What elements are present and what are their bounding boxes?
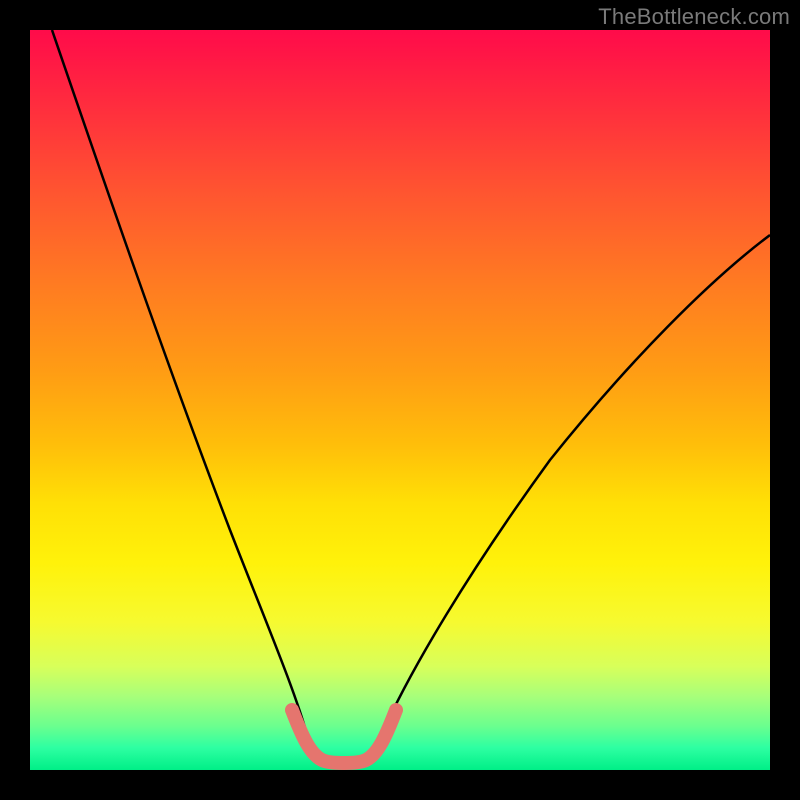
curve-right-ascent: [380, 235, 770, 738]
chart-frame: TheBottleneck.com: [0, 0, 800, 800]
curve-overlay: [30, 30, 770, 770]
plot-area: [30, 30, 770, 770]
curve-bottom-dip: [292, 710, 396, 763]
curve-left-descent: [52, 30, 308, 738]
watermark-text: TheBottleneck.com: [598, 4, 790, 30]
